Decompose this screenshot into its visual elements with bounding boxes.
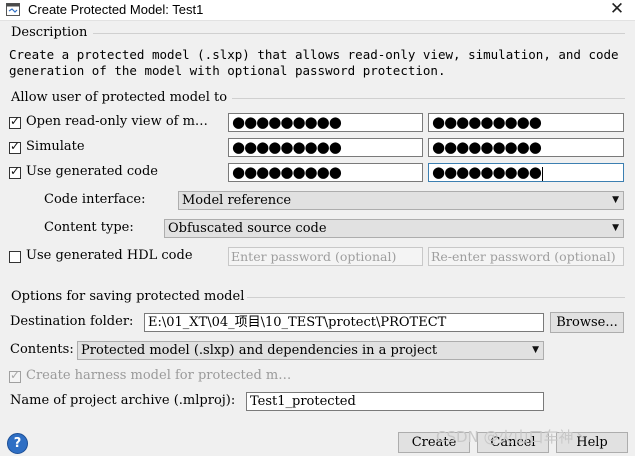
saving-divider [247,297,625,298]
read-only-view-checkbox[interactable] [9,114,21,129]
content-type-select[interactable]: Obfuscated source code ▼ [164,219,624,238]
destination-label: Destination folder: [10,314,134,329]
hdl-confirm-field: Re-enter password (optional) [428,247,624,266]
hdl-code-checkbox[interactable] [9,251,21,263]
contents-value: Protected model (.slxp) and dependencies… [81,343,438,358]
code-interface-select[interactable]: Model reference ▼ [178,191,624,210]
saving-heading: Options for saving protected model [11,289,245,304]
contents-select[interactable]: Protected model (.slxp) and dependencies… [77,341,544,360]
content-type-value: Obfuscated source code [168,221,327,236]
description-text: Create a protected model (.slxp) that al… [9,47,619,78]
destination-folder-input[interactable]: E:\01_XT\04_项目\10_TEST\protect\PROTECT [144,313,544,332]
code-confirm-field[interactable]: ●●●●●●●●● [428,163,624,182]
help-icon[interactable]: ? [7,433,28,454]
close-icon[interactable]: ✕ [606,0,628,20]
watermark: CSDN @火山口车神丶 [436,428,589,446]
password-mask: ●●●●●●●●● [232,138,342,156]
text-cursor [541,166,543,181]
description-divider [93,33,625,34]
generated-code-checkbox[interactable] [9,164,21,179]
archive-name-label: Name of project archive (.mlproj): [10,393,236,408]
app-icon [6,3,20,16]
chevron-down-icon: ▼ [532,345,539,355]
hdl-password-field: Enter password (optional) [228,247,423,266]
password-mask: ●●●●●●●●● [232,113,342,131]
window-title: Create Protected Model: Test1 [28,2,204,17]
code-interface-value: Model reference [182,193,292,208]
allow-divider [232,98,625,99]
simulate-confirm-field[interactable]: ●●●●●●●●● [428,138,624,157]
browse-button[interactable]: Browse... [550,312,624,333]
archive-name-input[interactable]: Test1_protected [246,392,544,411]
simulate-password-field[interactable]: ●●●●●●●●● [228,138,423,157]
code-interface-label: Code interface: [44,192,146,207]
allow-heading: Allow user of protected model to [11,90,228,105]
password-mask: ●●●●●●●●● [432,163,542,181]
description-heading: Description [11,25,88,40]
generated-code-label: Use generated code [26,164,158,179]
chevron-down-icon: ▼ [612,223,619,233]
read-only-view-label: Open read-only view of m… [26,114,208,129]
password-mask: ●●●●●●●●● [432,138,542,156]
read-only-confirm-field[interactable]: ●●●●●●●●● [428,113,624,132]
simulate-label: Simulate [26,139,85,154]
hdl-code-label: Use generated HDL code [26,248,193,263]
password-mask: ●●●●●●●●● [432,113,542,131]
password-mask: ●●●●●●●●● [232,163,342,181]
simulate-checkbox[interactable] [9,139,21,154]
read-only-password-field[interactable]: ●●●●●●●●● [228,113,423,132]
chevron-down-icon: ▼ [612,195,619,205]
contents-label: Contents: [10,342,74,357]
code-password-field[interactable]: ●●●●●●●●● [228,163,423,182]
content-type-label: Content type: [44,220,134,235]
harness-model-checkbox [9,368,21,383]
harness-model-label: Create harness model for protected m… [26,368,292,383]
